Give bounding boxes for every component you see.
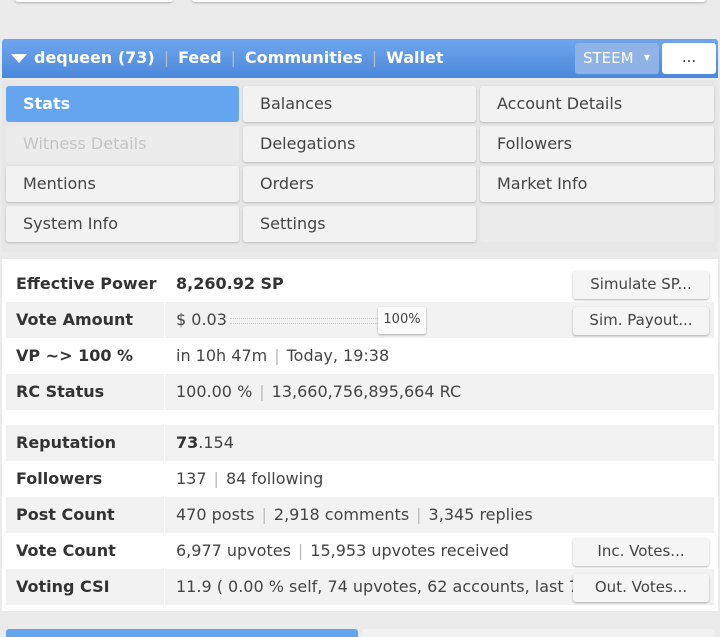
reputation-dec: .154 xyxy=(198,433,234,452)
stat-row-vote-count: Vote Count 6,977 upvotes | 15,953 upvotes … xyxy=(6,533,714,569)
stat-row-voting-csi: Voting CSI 11.9 ( 0.00 % self, 74 upvote… xyxy=(6,569,714,605)
value-separator: | xyxy=(213,469,219,488)
vote-amount-value: $ 0.03 xyxy=(176,310,227,329)
tab-delegations[interactable]: Delegations xyxy=(243,126,476,162)
nav-links: dequeen (73) | Feed | Communities | Wallet xyxy=(34,48,444,67)
stat-label: Effective Power xyxy=(6,266,165,302)
top-card-left xyxy=(15,0,173,2)
vp-time-remaining: in 10h 47m xyxy=(176,346,268,365)
more-button[interactable]: ... xyxy=(662,43,716,74)
stat-row-reputation: Reputation 73.154 xyxy=(6,425,714,461)
value-separator: | xyxy=(259,382,265,401)
stat-value: 100.00 % | 13,660,756,895,664 RC xyxy=(176,382,461,401)
tab-account-details[interactable]: Account Details xyxy=(480,86,714,122)
tab-system-info[interactable]: System Info xyxy=(6,206,239,242)
stat-value: 470 posts | 2,918 comments | 3,345 replies xyxy=(176,505,533,524)
account-navbar: dequeen (73) | Feed | Communities | Wallet STE… xyxy=(2,39,718,78)
sim-payout-button[interactable]: Sim. Payout... xyxy=(573,307,709,335)
stat-row-vp: VP ~> 100 % in 10h 47m | Today, 19:38 xyxy=(6,338,714,374)
bottom-tabs-remnant xyxy=(0,619,720,637)
stat-label: VP ~> 100 % xyxy=(6,338,165,374)
stat-row-post-count: Post Count 470 posts | 2,918 comments | 3,34… xyxy=(6,497,714,533)
comment-count: 2,918 comments xyxy=(273,505,410,524)
chevron-down-icon: ▼ xyxy=(643,53,650,62)
reply-count: 3,345 replies xyxy=(428,505,533,524)
rc-amount: 13,660,756,895,664 RC xyxy=(271,382,462,401)
stat-value: in 10h 47m | Today, 19:38 xyxy=(176,346,389,365)
stat-value: 6,977 upvotes | 15,953 upvotes received xyxy=(176,541,509,560)
reputation-int: 73 xyxy=(176,433,199,452)
stat-label: Vote Count xyxy=(6,533,165,569)
chain-select[interactable]: STEEM ▼ xyxy=(575,43,659,74)
simulate-sp-button[interactable]: Simulate SP... xyxy=(573,271,709,299)
followers-count: 137 xyxy=(176,469,207,488)
top-remnant xyxy=(0,0,720,20)
value-separator: | xyxy=(274,346,280,365)
stat-label: Vote Amount xyxy=(6,302,165,338)
bottom-tab-active[interactable] xyxy=(6,629,358,637)
voting-csi-value: 11.9 ( 0.00 % self, 74 upvotes, 62 accou… xyxy=(176,577,601,596)
value-separator: | xyxy=(416,505,422,524)
out-votes-button[interactable]: Out. Votes... xyxy=(573,574,709,602)
stat-label: Post Count xyxy=(6,497,165,533)
vote-weight-percent[interactable]: 100% xyxy=(378,307,426,334)
nav-communities[interactable]: Communities xyxy=(245,48,363,67)
top-card-right xyxy=(192,0,706,2)
following-count: 84 following xyxy=(225,469,324,488)
bottom-tab[interactable] xyxy=(362,629,714,637)
inc-votes-button[interactable]: Inc. Votes... xyxy=(573,538,709,566)
effective-power-value: 8,260.92 SP xyxy=(176,274,284,293)
nav-wallet[interactable]: Wallet xyxy=(386,48,443,67)
value-separator: | xyxy=(297,541,304,560)
nav-separator: | xyxy=(230,48,236,67)
vote-weight-slider[interactable] xyxy=(230,318,378,324)
stat-row-vote-amount: Vote Amount $ 0.03 100% Sim. Payout... xyxy=(6,302,714,338)
tab-grid: Stats Balances Account Details Witness D… xyxy=(2,80,718,252)
tab-balances[interactable]: Balances xyxy=(243,86,476,122)
upvote-count: 6,977 upvotes xyxy=(176,541,291,560)
stat-value: 8,260.92 SP xyxy=(176,274,284,293)
tab-empty xyxy=(480,206,714,242)
stat-row-effective-power: Effective Power 8,260.92 SP Simulate SP.… xyxy=(6,266,714,302)
stat-row-rc: RC Status 100.00 % | 13,660,756,895,664 RC xyxy=(6,374,714,410)
stat-label: RC Status xyxy=(6,374,165,410)
tab-mentions[interactable]: Mentions xyxy=(6,166,239,202)
stats-panel: Effective Power 8,260.92 SP Simulate SP.… xyxy=(2,259,718,611)
stat-label: Reputation xyxy=(6,425,165,461)
stat-row-followers: Followers 137 | 84 following xyxy=(6,461,714,497)
post-count: 470 posts xyxy=(176,505,255,524)
tab-stats[interactable]: Stats xyxy=(6,86,239,122)
stat-label: Voting CSI xyxy=(6,569,165,605)
vp-time-at: Today, 19:38 xyxy=(286,346,390,365)
collapse-arrow-icon[interactable] xyxy=(11,54,27,63)
rc-percent: 100.00 % xyxy=(176,382,253,401)
stat-value: 73.154 xyxy=(176,433,234,452)
tab-orders[interactable]: Orders xyxy=(243,166,476,202)
tab-settings[interactable]: Settings xyxy=(243,206,476,242)
value-separator: | xyxy=(261,505,267,524)
tab-market-info[interactable]: Market Info xyxy=(480,166,714,202)
tab-witness-details: Witness Details xyxy=(6,126,239,162)
chain-select-value: STEEM xyxy=(583,49,634,67)
nav-separator: | xyxy=(163,48,170,67)
nav-separator: | xyxy=(371,48,378,67)
tab-followers[interactable]: Followers xyxy=(480,126,714,162)
stat-value: 137 | 84 following xyxy=(176,469,323,488)
nav-feed[interactable]: Feed xyxy=(178,48,221,67)
upvotes-received: 15,953 upvotes received xyxy=(310,541,510,560)
nav-user[interactable]: dequeen (73) xyxy=(34,48,155,67)
stat-label: Followers xyxy=(6,461,165,497)
